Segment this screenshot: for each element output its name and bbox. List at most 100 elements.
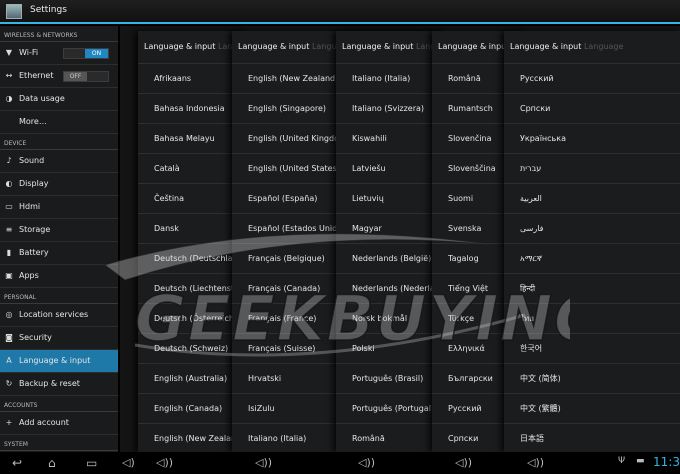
sidebar-item-storage[interactable]: ≡ Storage <box>0 219 118 242</box>
panel-title-text: Language & input <box>144 42 216 51</box>
sidebar-item-label: Security <box>19 333 52 342</box>
language-item[interactable]: العربية <box>504 183 680 213</box>
language-item[interactable]: Português (Brasil) <box>336 363 446 393</box>
sidebar-item-language-input[interactable]: A Language & input <box>0 350 118 373</box>
language-item[interactable]: فارسی <box>504 213 680 243</box>
sidebar-item-display[interactable]: ◐ Display <box>0 173 118 196</box>
panel-title-text: Language & input <box>342 42 414 51</box>
panel-title-text: Language & input <box>238 42 310 51</box>
sidebar-item-ethernet[interactable]: ↔ Ethernet OFF <box>0 65 118 88</box>
apps-icon: ▣ <box>5 271 13 280</box>
language-item[interactable]: Italiano (Svizzera) <box>336 93 446 123</box>
volume-up-icon[interactable]: ◁)) <box>156 456 173 469</box>
data-usage-icon: ◑ <box>5 94 13 103</box>
sidebar-item-wi-fi[interactable]: ▼ Wi-Fi ON <box>0 42 118 65</box>
toggle-switch[interactable]: OFF <box>63 71 109 82</box>
language-item[interactable]: Српски <box>504 93 680 123</box>
language-item[interactable]: አማርኛ <box>504 243 680 273</box>
language-item[interactable]: 한국어 <box>504 333 680 363</box>
sidebar-item-apps[interactable]: ▣ Apps <box>0 265 118 288</box>
panel-title: Language & input Langu <box>144 42 243 51</box>
language-panels: Language & input Langu Afrikaans Bahasa In… <box>120 26 680 452</box>
language-item[interactable]: Português (Portugal) <box>336 393 446 423</box>
language-item[interactable]: ไทย <box>504 303 680 333</box>
sidebar-item-label: Display <box>19 179 49 188</box>
volume-icon[interactable]: ◁)) <box>255 456 272 469</box>
section-header: PERSONAL <box>0 288 118 304</box>
add-account-icon: + <box>5 418 13 427</box>
language-icon: A <box>6 356 12 365</box>
language-list: Русский Српски Українська עברית العربية فارسی… <box>504 63 680 452</box>
display-icon: ◐ <box>5 179 13 188</box>
home-icon[interactable]: ⌂ <box>48 456 56 470</box>
sidebar-item-label: Apps <box>19 271 39 280</box>
language-item[interactable]: Italiano (Italia) <box>336 63 446 93</box>
volume-down-icon[interactable]: ◁) <box>122 456 135 469</box>
sound-icon: ♪ <box>6 156 12 165</box>
language-item[interactable]: Lietuvių <box>336 183 446 213</box>
panel-title: Language & input <box>438 42 509 51</box>
language-item[interactable]: 日本語 <box>504 423 680 452</box>
sidebar-item-security[interactable]: ◙ Security <box>0 327 118 350</box>
volume-icon[interactable]: ◁)) <box>527 456 544 469</box>
sidebar-item-data-usage[interactable]: ◑ Data usage <box>0 88 118 111</box>
language-item[interactable]: Nederlands (België) <box>336 243 446 273</box>
language-item[interactable]: Magyar <box>336 213 446 243</box>
section-header: ACCOUNTS <box>0 396 118 412</box>
sidebar-item-battery[interactable]: ▮ Battery <box>0 242 118 265</box>
panel-title-text: Language & input <box>438 42 510 51</box>
sidebar-item-more[interactable]: More… <box>0 111 118 134</box>
language-list-panel: Language & input Langu Italiano (Italia) I… <box>336 31 446 452</box>
section-header: WIRELESS & NETWORKS <box>0 26 118 42</box>
language-item[interactable]: Kiswahili <box>336 123 446 153</box>
language-item[interactable]: עברית <box>504 153 680 183</box>
language-item[interactable]: 中文 (繁體) <box>504 393 680 423</box>
language-item[interactable]: Polski <box>336 333 446 363</box>
sidebar-item-add-account[interactable]: + Add account <box>0 412 118 435</box>
system-nav-bar: ↩ ⌂ ▭ ◁) ◁)) ◁)) ◁)) ◁)) ◁)) Ψ ▬ 11:3 <box>0 452 680 474</box>
action-bar: Settings <box>0 0 680 24</box>
sidebar-item-hdmi[interactable]: ▭ Hdmi <box>0 196 118 219</box>
panel-title-faded: Language <box>583 42 624 51</box>
language-item[interactable]: Română <box>336 423 446 452</box>
security-icon: ◙ <box>5 333 13 342</box>
language-item[interactable]: Nederlands (Nederland) <box>336 273 446 303</box>
language-item[interactable]: Latviešu <box>336 153 446 183</box>
language-item[interactable]: Українська <box>504 123 680 153</box>
sidebar-item-label: Battery <box>19 248 49 257</box>
sidebar-item-label: Data usage <box>19 94 65 103</box>
back-icon[interactable]: ↩ <box>12 456 22 470</box>
toggle-switch[interactable]: ON <box>63 48 109 59</box>
sidebar-item-backup-reset[interactable]: ↻ Backup & reset <box>0 373 118 396</box>
panel-title-text: Language & input <box>510 42 582 51</box>
location-icon: ◎ <box>5 310 13 319</box>
backup-icon: ↻ <box>5 379 13 388</box>
settings-app-icon[interactable] <box>6 4 22 19</box>
recent-apps-icon[interactable]: ▭ <box>86 456 97 470</box>
sidebar-item-sound[interactable]: ♪ Sound <box>0 150 118 173</box>
section-header: DEVICE <box>0 134 118 150</box>
battery-icon: ▮ <box>6 248 12 257</box>
language-item[interactable]: Русский <box>504 63 680 93</box>
page-title: Settings <box>30 5 67 15</box>
sidebar-item-label: Add account <box>19 418 69 427</box>
notification-icon: ▬ <box>636 456 645 466</box>
sidebar-item-label: More… <box>19 117 47 126</box>
sidebar-item-label: Wi-Fi <box>19 48 39 57</box>
volume-icon[interactable]: ◁)) <box>358 456 375 469</box>
volume-icon[interactable]: ◁)) <box>455 456 472 469</box>
sidebar-item-location-services[interactable]: ◎ Location services <box>0 304 118 327</box>
language-list-panel: Language & input Language Русский Српски Ук… <box>504 31 680 452</box>
toggle-state: ON <box>85 49 108 58</box>
sidebar-item-label: Ethernet <box>19 71 54 80</box>
usb-icon: Ψ <box>618 456 626 466</box>
ethernet-icon: ↔ <box>5 71 13 80</box>
language-list: Italiano (Italia) Italiano (Svizzera) Kisw… <box>336 63 446 452</box>
settings-sidebar: WIRELESS & NETWORKS ▼ Wi-Fi ON ↔ Ethernet OFF ◑… <box>0 26 118 452</box>
sidebar-item-label: Sound <box>19 156 45 165</box>
clock: 11:3 <box>653 455 680 469</box>
language-item[interactable]: 中文 (简体) <box>504 363 680 393</box>
sidebar-item-label: Location services <box>19 310 89 319</box>
language-item[interactable]: हिन्दी <box>504 273 680 303</box>
language-item[interactable]: Norsk bokmål <box>336 303 446 333</box>
